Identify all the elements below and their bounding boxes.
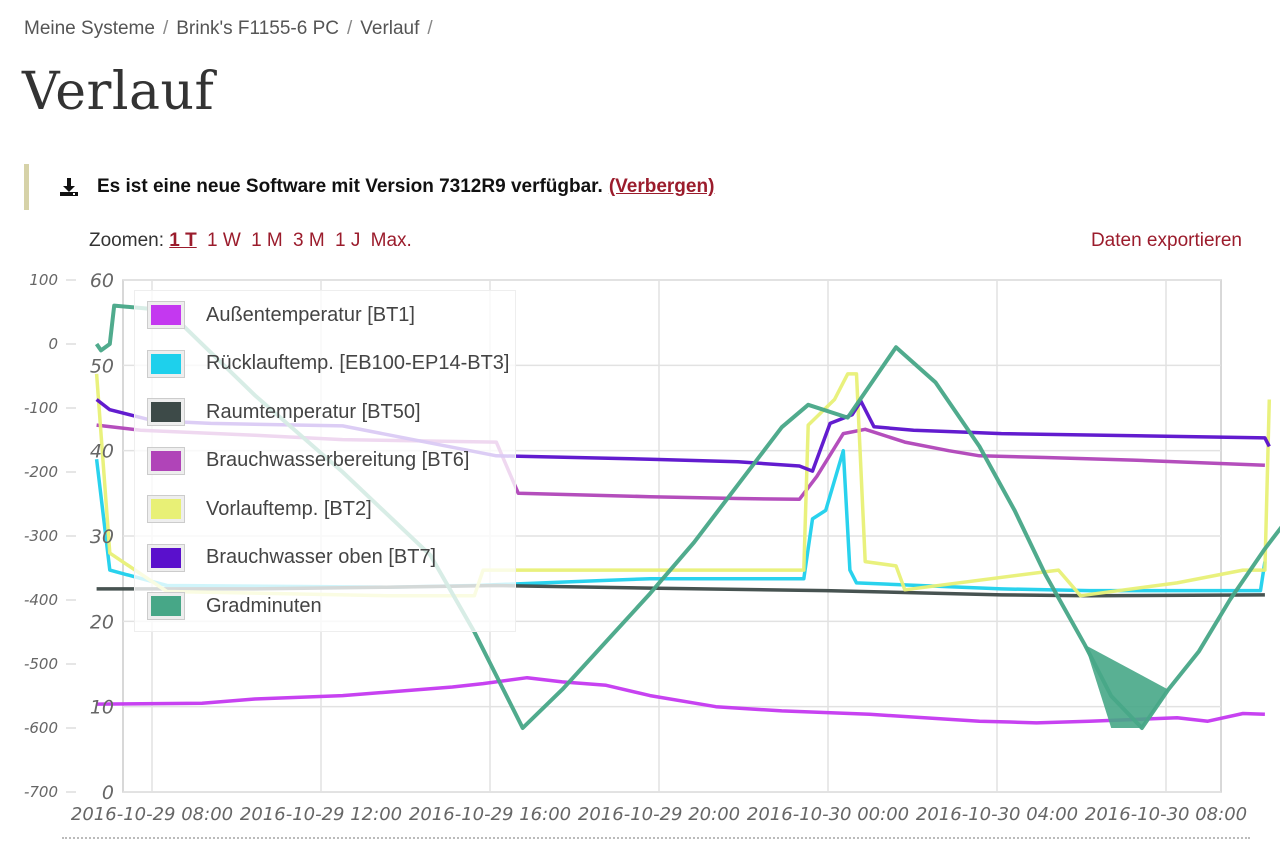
x-tick-label: 2016-10-30 04:00 — [916, 804, 1078, 825]
legend-label: Vorlauftemp. [BT2] — [206, 497, 372, 520]
y-right-tick-label: -100 — [24, 399, 58, 417]
legend-swatch — [148, 350, 184, 377]
y-right-tick-label: -700 — [24, 783, 58, 801]
zoom-controls: Zoomen: 1 T 1 W 1 M 3 M 1 J Max. — [89, 230, 417, 252]
y-right-tick-label: -300 — [24, 527, 58, 545]
y-left-tick-label: 20 — [90, 611, 114, 633]
divider — [62, 837, 1250, 839]
y-left-tick-label: 60 — [90, 270, 114, 292]
x-tick-label: 2016-10-29 16:00 — [409, 804, 571, 825]
legend-label: Brauchwasser oben [BT7] — [206, 546, 437, 569]
legend-swatch — [148, 399, 184, 426]
breadcrumb-separator: / — [346, 18, 353, 39]
zoom-3-months[interactable]: 3 M — [293, 230, 325, 251]
y-right-tick-label: -400 — [24, 591, 58, 609]
software-update-notice: Es ist eine neue Software mit Version 73… — [24, 164, 749, 210]
notice-text: Es ist eine neue Software mit Version 73… — [97, 176, 603, 197]
zoom-1-month[interactable]: 1 M — [251, 230, 283, 251]
chart-legend: Außentemperatur [BT1] Rücklauftemp. [EB10… — [134, 290, 516, 632]
zoom-1-week[interactable]: 1 W — [207, 230, 241, 251]
x-tick-label: 2016-10-29 20:00 — [578, 804, 740, 825]
x-tick-label: 2016-10-29 08:00 — [71, 804, 233, 825]
legend-swatch — [148, 496, 184, 523]
x-tick-label: 2016-10-30 00:00 — [747, 804, 909, 825]
x-tick-label: 2016-10-29 12:00 — [240, 804, 402, 825]
legend-item[interactable]: Brauchwasser oben [BT7] — [135, 534, 515, 583]
zoom-label: Zoomen: — [89, 230, 164, 251]
legend-label: Gradminuten — [206, 594, 322, 617]
legend-item[interactable]: Brauchwasserbereitung [BT6] — [135, 437, 515, 486]
page-title: Verlauf — [22, 62, 215, 122]
hide-notice-link[interactable]: (Verbergen) — [609, 176, 715, 198]
y-right-tick-label: -500 — [24, 655, 58, 673]
y-left-tick-label: 50 — [90, 355, 114, 377]
breadcrumb: Meine Systeme / Brink's F1155-6 PC / Ver… — [24, 18, 441, 40]
y-right-tick-label: 100 — [29, 271, 58, 289]
y-right-tick-label: 0 — [48, 335, 58, 353]
zoom-max[interactable]: Max. — [371, 230, 412, 251]
legend-swatch — [148, 544, 184, 571]
legend-swatch — [148, 302, 184, 329]
legend-swatch — [148, 447, 184, 474]
legend-label: Brauchwasserbereitung [BT6] — [206, 449, 470, 472]
zoom-1-day[interactable]: 1 T — [169, 230, 196, 251]
breadcrumb-my-systems[interactable]: Meine Systeme — [24, 18, 155, 40]
breadcrumb-history[interactable]: Verlauf — [360, 18, 419, 40]
breadcrumb-system[interactable]: Brink's F1155-6 PC — [176, 18, 339, 40]
legend-label: Außentemperatur [BT1] — [206, 303, 415, 326]
x-tick-label: 2016-10-30 08:00 — [1085, 804, 1247, 825]
y-right-tick-label: -600 — [24, 719, 58, 737]
y-right-tick-label: -200 — [24, 463, 58, 481]
export-data-link[interactable]: Daten exportieren — [1091, 230, 1242, 252]
legend-label: Rücklauftemp. [EB100-EP14-BT3] — [206, 352, 510, 375]
y-left-tick-label: 40 — [90, 441, 114, 463]
breadcrumb-separator: / — [162, 18, 169, 39]
legend-item[interactable]: Rücklauftemp. [EB100-EP14-BT3] — [135, 340, 515, 389]
breadcrumb-separator: / — [427, 18, 433, 39]
y-left-tick-label: 10 — [90, 697, 114, 719]
zoom-1-year[interactable]: 1 J — [335, 230, 360, 251]
legend-item[interactable]: Gradminuten — [135, 582, 515, 631]
legend-label: Raumtemperatur [BT50] — [206, 400, 421, 423]
y-left-tick-label: 0 — [102, 782, 114, 804]
legend-swatch — [148, 593, 184, 620]
legend-item[interactable]: Raumtemperatur [BT50] — [135, 388, 515, 437]
legend-item[interactable]: Vorlauftemp. [BT2] — [135, 485, 515, 534]
legend-item[interactable]: Außentemperatur [BT1] — [135, 291, 515, 340]
download-icon — [60, 178, 78, 196]
y-left-tick-label: 30 — [90, 526, 114, 548]
